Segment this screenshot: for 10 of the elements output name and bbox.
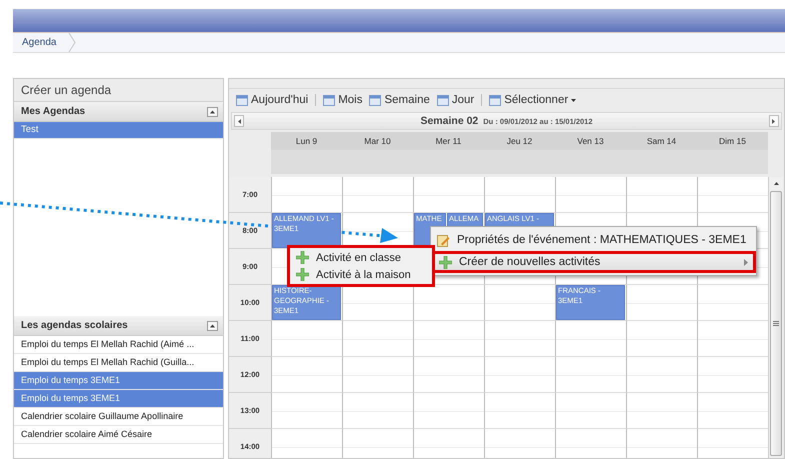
day-header: Mar 10: [342, 132, 413, 150]
day-header: Mer 11: [413, 132, 484, 150]
day-header: Lun 9: [271, 132, 342, 150]
day-header: Ven 13: [555, 132, 626, 150]
day-header: Jeu 12: [484, 132, 555, 150]
day-header: Sam 14: [626, 132, 697, 150]
week-title: Semaine 02: [420, 115, 478, 127]
section-title: Les agendas scolaires: [21, 320, 128, 331]
day-header: Dim 15: [697, 132, 768, 150]
section-title: Mes Agendas: [21, 106, 86, 117]
